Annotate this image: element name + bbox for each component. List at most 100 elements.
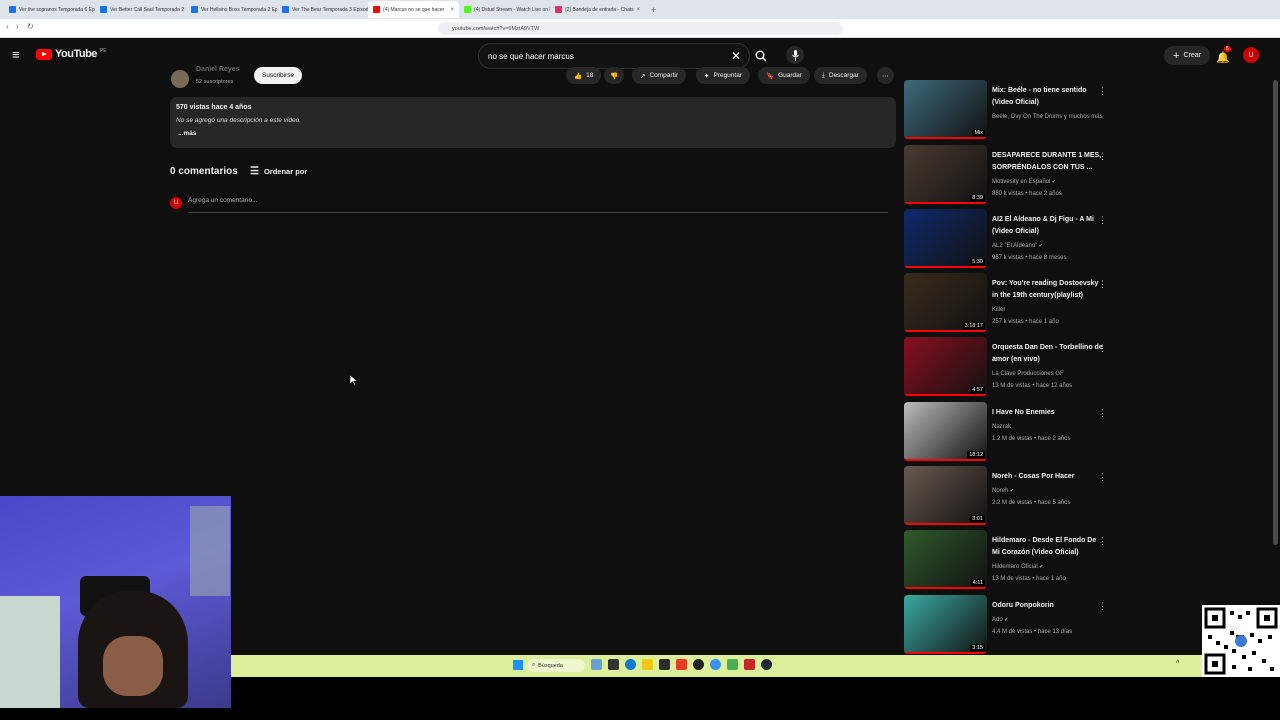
video-menu-icon[interactable]: ⋮ — [1098, 215, 1107, 226]
like-button[interactable]: 👍 18 — [566, 67, 602, 84]
video-menu-icon[interactable]: ⋮ — [1098, 408, 1107, 419]
page-scrollbar[interactable] — [1273, 80, 1278, 545]
related-video-card[interactable]: 4:11 Hildemaro - Desde El Fondo De Mi Cor… — [904, 530, 1114, 590]
brave-icon[interactable] — [676, 659, 687, 670]
channel-label[interactable]: Killer — [992, 304, 1005, 316]
channel-avatar[interactable] — [171, 70, 189, 88]
related-video-card[interactable]: 5:30 AI2 El Aldeano & Dj Figu - A Mi (Vid… — [904, 209, 1114, 269]
channel-label[interactable]: Ado ✔ — [992, 614, 1008, 626]
related-video-card[interactable]: Mix Mix: Beéle - no tiene sentido (Video … — [904, 80, 1114, 140]
video-thumbnail[interactable]: 3:01 — [904, 466, 987, 525]
search-input[interactable]: no se que hacer marcus ✕ — [478, 43, 750, 69]
browser-tab[interactable]: Ver the sopranos Temporada 6 Ep...× — [4, 1, 95, 18]
close-tab-icon[interactable]: × — [450, 7, 454, 13]
tab-label: Ver Better Call Saul Temporada 2 Ep... — [110, 6, 186, 13]
youtube-logo[interactable]: YouTube PE — [36, 48, 107, 60]
related-video-card[interactable]: 3:15 Odoru Ponpokorin ⋮ Ado ✔ 4.4 M de vista… — [904, 595, 1114, 655]
related-video-card[interactable]: 4:57 Orquesta Dan Den - Torbellino de amo… — [904, 337, 1114, 397]
widgets-icon[interactable] — [591, 659, 602, 670]
video-title[interactable]: Pov: You're reading Dostoevsky in the 19… — [992, 278, 1104, 302]
new-tab-button[interactable]: + — [651, 5, 656, 15]
video-thumbnail[interactable]: 5:30 — [904, 209, 987, 268]
windows-start-icon[interactable] — [513, 660, 523, 670]
related-video-card[interactable]: 3:18:17 Pov: You're reading Dostoevsky in… — [904, 273, 1114, 333]
video-menu-icon[interactable]: ⋮ — [1098, 279, 1107, 290]
notifications-button[interactable]: 🔔 5 — [1216, 46, 1231, 66]
voice-search-button[interactable] — [786, 46, 804, 64]
channel-name[interactable]: Daniel Reyes — [196, 66, 240, 73]
show-more-link[interactable]: ...más — [178, 130, 196, 137]
video-title[interactable]: Noreh - Cosas Por Hacer — [992, 471, 1104, 483]
download-button[interactable]: ⤓ Descargar — [814, 67, 867, 84]
video-menu-icon[interactable]: ⋮ — [1098, 86, 1107, 97]
description-box[interactable]: 570 vistas hace 4 años No se agregó una … — [170, 97, 896, 148]
related-video-card[interactable]: 18:12 I Have No Enemies ⋮ Nazrak 1.2 M de vi… — [904, 402, 1114, 462]
taskbar-search[interactable]: ⌕ Búsqueda — [527, 659, 585, 672]
more-actions-button[interactable]: ⋯ — [877, 67, 894, 84]
reload-icon[interactable]: ↻ — [27, 22, 34, 31]
browser-tab[interactable]: (4) Marcus no se que hacer × — [368, 1, 459, 18]
sort-comments-button[interactable]: ☰ Ordenar por — [250, 166, 307, 177]
add-comment-input[interactable]: Agrega un comentario... — [188, 197, 888, 213]
file-explorer-icon[interactable] — [642, 659, 653, 670]
browser-tab[interactable]: Ver Hellsins Boss Temporada 2 Episo...× — [186, 1, 277, 18]
video-thumbnail[interactable]: 8:39 — [904, 145, 987, 204]
menu-icon[interactable]: ≡ — [12, 47, 20, 62]
video-thumbnail[interactable]: 18:12 — [904, 402, 987, 461]
back-icon[interactable]: ‹ — [6, 22, 9, 31]
steam-icon[interactable] — [761, 659, 772, 670]
chrome-icon[interactable] — [710, 659, 721, 670]
browser-tab[interactable]: Ver The Bear Temporada 3 Episodio...× — [277, 1, 368, 18]
channel-label[interactable]: La Clave Producciones GF — [992, 368, 1064, 380]
edge-icon[interactable] — [625, 659, 636, 670]
close-tab-icon[interactable]: × — [637, 7, 641, 13]
obs-icon[interactable] — [693, 659, 704, 670]
task-view-icon[interactable] — [608, 659, 619, 670]
forward-icon[interactable]: › — [16, 22, 19, 31]
video-title[interactable]: Mix: Beéle - no tiene sentido (Video Ofi… — [992, 85, 1104, 109]
channel-label[interactable]: Nazrak — [992, 421, 1011, 433]
video-title[interactable]: AI2 El Aldeano & Dj Figu - A Mi (Video O… — [992, 214, 1104, 238]
browser-tab[interactable]: (4) Dstud Stream - Watch Live on Ki...× — [459, 1, 550, 18]
video-thumbnail[interactable]: 4:11 — [904, 530, 987, 589]
channel-label[interactable]: Noreh ✔ — [992, 485, 1014, 497]
channel-name-text: Hildemaro Oficial — [992, 564, 1038, 570]
video-title[interactable]: Odoru Ponpokorin — [992, 600, 1104, 612]
related-video-card[interactable]: 3:01 Noreh - Cosas Por Hacer ⋮ Noreh ✔ 2.2 M… — [904, 466, 1114, 526]
tray-chevron-icon[interactable]: ^ — [1176, 660, 1179, 667]
video-menu-icon[interactable]: ⋮ — [1098, 151, 1107, 162]
video-menu-icon[interactable]: ⋮ — [1098, 472, 1107, 483]
search-button[interactable] — [750, 43, 772, 69]
video-menu-icon[interactable]: ⋮ — [1098, 601, 1107, 612]
video-thumbnail[interactable]: Mix — [904, 80, 987, 139]
channel-label[interactable]: Hildemaro Oficial ✔ — [992, 561, 1043, 573]
video-title[interactable]: Hildemaro - Desde El Fondo De Mi Corazón… — [992, 535, 1104, 559]
video-menu-icon[interactable]: ⋮ — [1098, 536, 1107, 547]
app-icon[interactable] — [659, 659, 670, 670]
create-button[interactable]: + Crear — [1164, 46, 1210, 65]
video-stats: 880 k vistas • hace 2 años — [992, 191, 1062, 197]
url-input[interactable]: youtube.com/watch?v=9MztA9VTW — [438, 22, 843, 35]
video-thumbnail[interactable]: 3:18:17 — [904, 273, 987, 332]
account-avatar[interactable]: U — [1243, 47, 1259, 63]
browser-tab[interactable]: (2) Bandeja de entrada - Chats × — [550, 1, 641, 18]
clear-search-icon[interactable]: ✕ — [731, 49, 741, 63]
channel-label[interactable]: AL2 "El Aldeano" ✔ — [992, 240, 1043, 252]
video-menu-icon[interactable]: ⋮ — [1098, 343, 1107, 354]
video-title[interactable]: DESAPARECE DURANTE 1 MES, SORPRÉNDALOS C… — [992, 150, 1104, 174]
video-title[interactable]: I Have No Enemies — [992, 407, 1104, 419]
related-video-card[interactable]: 8:39 DESAPARECE DURANTE 1 MES, SORPRÉNDAL… — [904, 145, 1114, 205]
channel-label[interactable]: Beéle, Ovy On The Drums y muchos más — [992, 111, 1103, 123]
save-button[interactable]: 🔖 Guardar — [758, 67, 810, 84]
ask-button[interactable]: ✦ Preguntar — [696, 67, 750, 84]
dislike-button[interactable]: 👎 — [604, 67, 625, 84]
video-title[interactable]: Orquesta Dan Den - Torbellino de amor (e… — [992, 342, 1104, 366]
channel-label[interactable]: Motivesity en Español ✔ — [992, 176, 1056, 188]
video-thumbnail[interactable]: 3:15 — [904, 595, 987, 654]
share-button[interactable]: ↗ Compartir — [632, 67, 686, 84]
media-icon[interactable] — [744, 659, 755, 670]
game-icon[interactable] — [727, 659, 738, 670]
video-thumbnail[interactable]: 4:57 — [904, 337, 987, 396]
subscribe-button[interactable]: Suscribirse — [254, 67, 303, 84]
browser-tab[interactable]: Ver Better Call Saul Temporada 2 Ep...× — [95, 1, 186, 18]
